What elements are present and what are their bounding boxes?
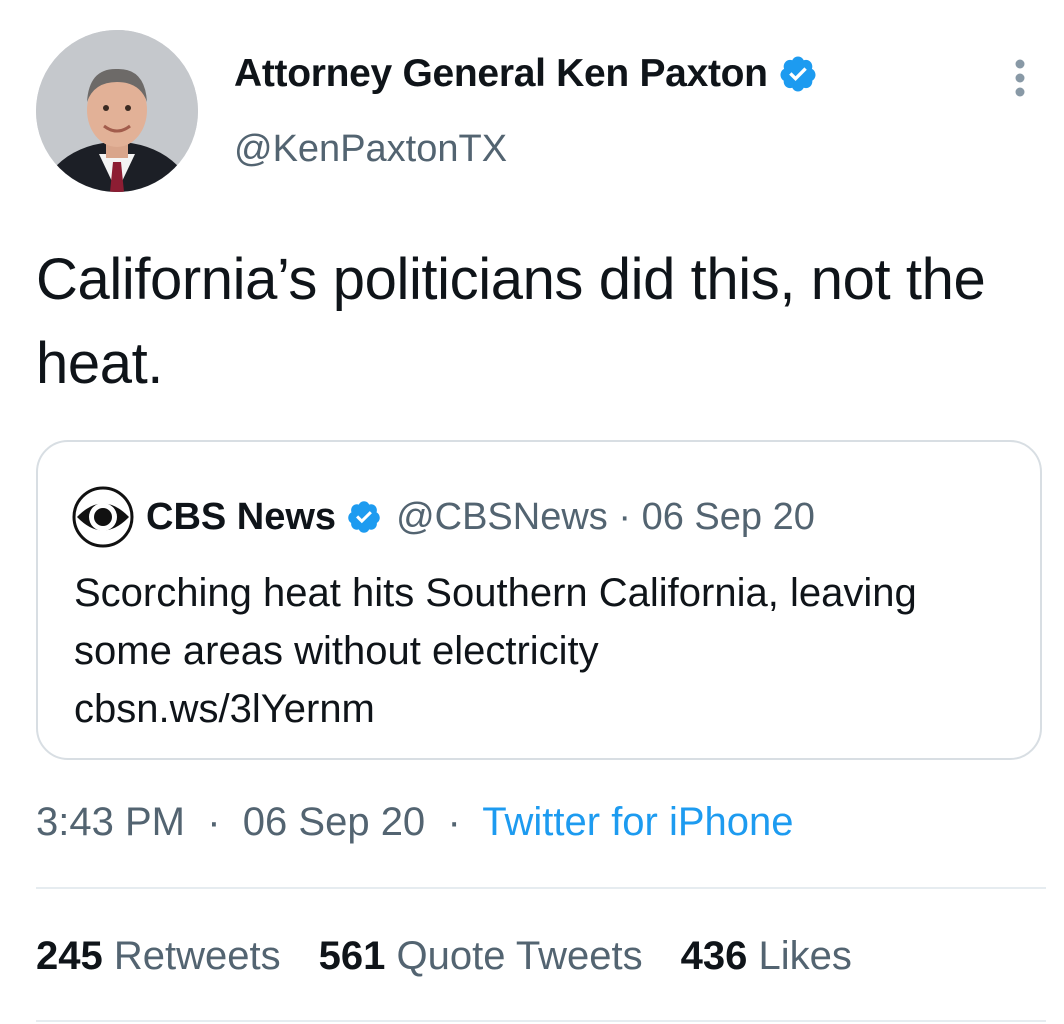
likes-stat[interactable]: 436 Likes [681,934,852,979]
author-info: Attorney General Ken Paxton [234,52,818,96]
author-name[interactable]: Attorney General Ken Paxton [234,52,768,96]
author-avatar[interactable] [36,30,198,192]
quote-tweets-label: Quote Tweets [396,934,643,978]
quoted-tweet-body: Scorching heat hits Southern California,… [74,564,1014,738]
meta-separator: · [207,800,221,844]
tweet-date[interactable]: 06 Sep 20 [243,800,425,844]
quote-tweets-count: 561 [318,934,386,978]
more-options-icon[interactable] [1008,58,1032,98]
retweets-count: 245 [36,934,103,978]
likes-label: Likes [758,934,852,978]
tweet-time[interactable]: 3:43 PM [36,800,185,844]
profile-photo-icon [36,30,198,192]
quoted-tweet-link[interactable]: cbsn.ws/3lYernm [74,680,1014,738]
verified-badge-icon [348,501,380,533]
likes-count: 436 [680,934,748,978]
tweet-metadata: 3:43 PM · 06 Sep 20 · Twitter for iPhone [36,800,794,845]
quoted-tweet-date: 06 Sep 20 [641,495,815,538]
quoted-tweet-text: Scorching heat hits Southern California,… [74,571,917,673]
meta-separator: · [447,800,461,844]
cbs-eye-logo-icon [72,486,134,548]
author-handle[interactable]: @KenPaxtonTX [234,128,507,171]
quoted-author-name: CBS News [146,495,337,538]
divider [36,1020,1046,1022]
quoted-tweet-header: CBS News @CBSNews · 06 Sep 20 [72,486,815,548]
tweet-detail-view: Attorney General Ken Paxton @KenPaxtonTX… [0,0,1064,1024]
retweets-label: Retweets [113,934,281,978]
quoted-author-handle: @CBSNews [396,495,608,538]
divider [36,887,1046,889]
verified-badge-icon [780,56,816,92]
tweet-source-link[interactable]: Twitter for iPhone [482,800,793,844]
meta-separator: · [618,495,632,538]
retweets-stat[interactable]: 245 Retweets [36,934,281,979]
quoted-tweet-card[interactable]: CBS News @CBSNews · 06 Sep 20 Scorching … [36,440,1042,760]
tweet-text: California’s politicians did this, not t… [36,247,986,396]
quote-tweets-stat[interactable]: 561 Quote Tweets [319,934,643,979]
tweet-stats: 245 Retweets 561 Quote Tweets 436 Likes [36,934,890,979]
